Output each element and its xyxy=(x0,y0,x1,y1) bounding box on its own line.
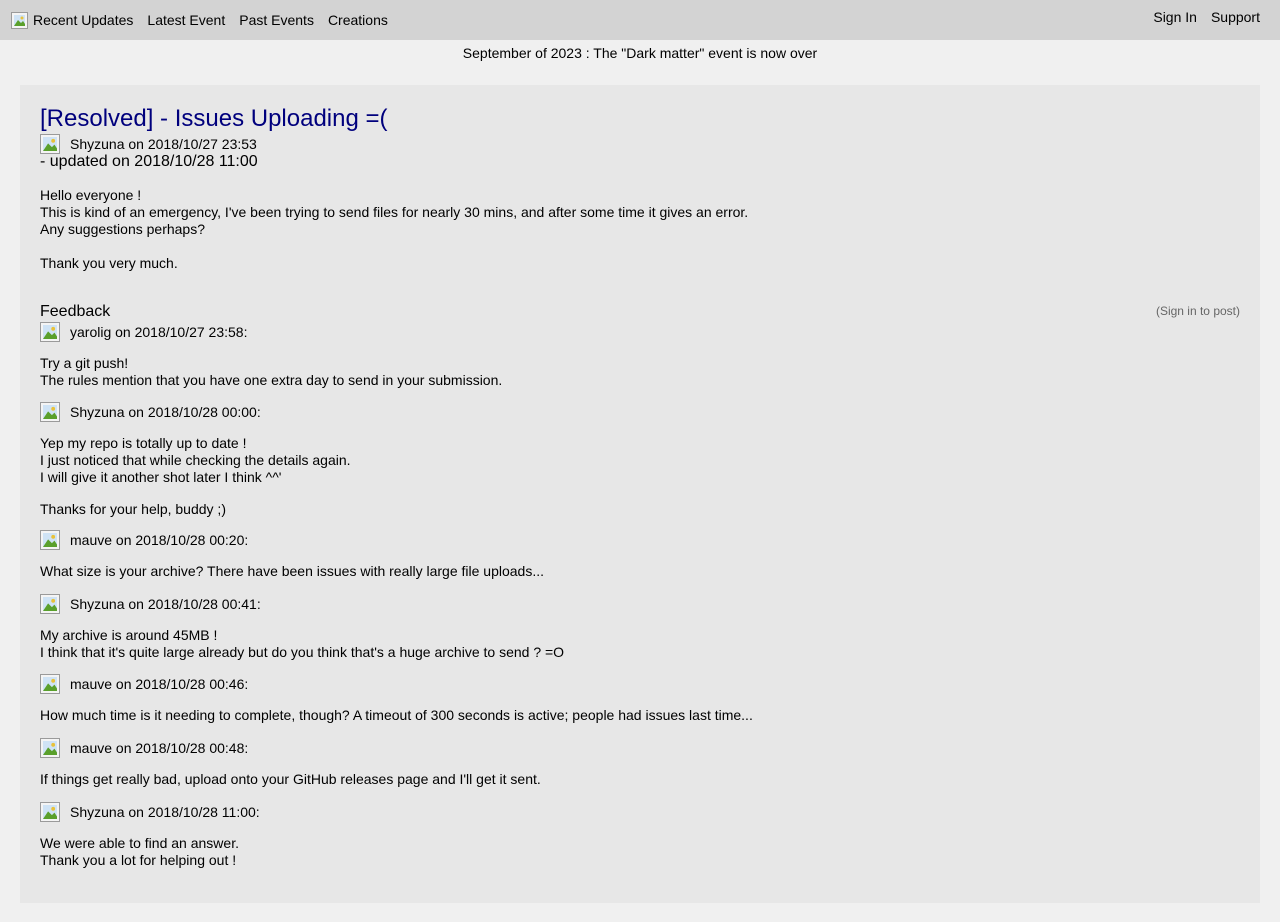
comment-line: If things get really bad, upload onto yo… xyxy=(40,771,541,787)
post-author-row: Shyzuna on 2018/10/27 23:53 xyxy=(40,134,257,154)
comment-body: My archive is around 45MB ! I think that… xyxy=(40,627,564,661)
commenter-avatar-broken-image-icon xyxy=(40,802,60,822)
author-avatar-broken-image-icon xyxy=(40,134,60,154)
comment-byline: yarolig on 2018/10/27 23:58: xyxy=(70,324,248,340)
comment-byline: mauve on 2018/10/28 00:46: xyxy=(70,676,249,692)
comment-author-row: Shyzuna on 2018/10/28 00:00: xyxy=(40,402,261,422)
nav-right: Sign In Support xyxy=(1139,9,1260,26)
comment-line: Try a git push! xyxy=(40,355,129,371)
comment-body: Yep my repo is totally up to date ! I ju… xyxy=(40,435,351,518)
comment-body: We were able to find an answer. Thank yo… xyxy=(40,835,239,869)
commenter-avatar-broken-image-icon xyxy=(40,594,60,614)
nav-latest-event[interactable]: Latest Event xyxy=(147,12,225,29)
nav-past-events[interactable]: Past Events xyxy=(239,12,314,29)
comment-line: Thanks for your help, buddy ;) xyxy=(40,501,226,517)
post-updated: - updated on 2018/10/28 11:00 xyxy=(40,153,258,170)
comment-body: What size is your archive? There have be… xyxy=(40,563,544,580)
comment-byline: Shyzuna on 2018/10/28 00:41: xyxy=(70,596,261,612)
post-body: Hello everyone ! This is kind of an emer… xyxy=(40,187,748,272)
commenter-avatar-broken-image-icon xyxy=(40,674,60,694)
comment-author-row: mauve on 2018/10/28 00:48: xyxy=(40,738,248,758)
comment-line: My archive is around 45MB ! xyxy=(40,627,218,643)
comment-byline: mauve on 2018/10/28 00:48: xyxy=(70,740,249,756)
comment-author-row: Shyzuna on 2018/10/28 00:41: xyxy=(40,594,261,614)
comment-line: I will give it another shot later I thin… xyxy=(40,469,282,485)
comment-line: I think that it's quite large already bu… xyxy=(40,644,565,660)
comment-body: Try a git push! The rules mention that y… xyxy=(40,355,502,389)
comment-author-row: mauve on 2018/10/28 00:20: xyxy=(40,530,248,550)
post-byline: Shyzuna on 2018/10/27 23:53 xyxy=(70,136,257,152)
comment-line: The rules mention that you have one extr… xyxy=(40,372,503,388)
comment-body: How much time is it needing to complete,… xyxy=(40,707,753,724)
comment-author-row: yarolig on 2018/10/27 23:58: xyxy=(40,322,247,342)
commenter-avatar-broken-image-icon xyxy=(40,402,60,422)
comment-byline: Shyzuna on 2018/10/28 00:00: xyxy=(70,404,261,420)
comment-byline: mauve on 2018/10/28 00:20: xyxy=(70,532,249,548)
post-body-line: Thank you very much. xyxy=(40,255,178,271)
commenter-avatar-broken-image-icon xyxy=(40,738,60,758)
post-title: [Resolved] - Issues Uploading =( xyxy=(40,105,388,132)
post-body-line: Any suggestions perhaps? xyxy=(40,221,205,237)
nav-sign-in[interactable]: Sign In xyxy=(1153,9,1197,26)
post-body-line xyxy=(40,238,748,255)
comment-line: Thank you a lot for helping out ! xyxy=(40,852,237,868)
comment-byline: Shyzuna on 2018/10/28 11:00: xyxy=(70,804,260,820)
nav-left: Recent Updates Latest Event Past Events … xyxy=(11,10,402,30)
commenter-avatar-broken-image-icon xyxy=(40,530,60,550)
nav-recent-updates[interactable]: Recent Updates xyxy=(33,12,133,29)
post-body-line: Hello everyone ! xyxy=(40,187,142,203)
comment-line: We were able to find an answer. xyxy=(40,835,239,851)
comment-line: Yep my repo is totally up to date ! xyxy=(40,435,247,451)
nav-creations[interactable]: Creations xyxy=(328,12,388,29)
sign-in-to-post-note[interactable]: (Sign in to post) xyxy=(1156,304,1240,318)
site-logo-broken-image-icon[interactable] xyxy=(11,11,28,29)
nav-support[interactable]: Support xyxy=(1211,9,1260,26)
post-body-line: This is kind of an emergency, I've been … xyxy=(40,204,749,220)
comment-author-row: Shyzuna on 2018/10/28 11:00: xyxy=(40,802,260,822)
comment-line: I just noticed that while checking the d… xyxy=(40,452,351,468)
top-nav-bar: Recent Updates Latest Event Past Events … xyxy=(0,0,1280,40)
comment-line: What size is your archive? There have be… xyxy=(40,563,544,579)
commenter-avatar-broken-image-icon xyxy=(40,322,60,342)
comment-author-row: mauve on 2018/10/28 00:46: xyxy=(40,674,248,694)
announcement-banner: September of 2023 : The "Dark matter" ev… xyxy=(462,45,818,61)
feedback-heading: Feedback xyxy=(40,303,111,320)
comment-line xyxy=(40,486,351,501)
comment-line: How much time is it needing to complete,… xyxy=(40,707,753,723)
post-card: [Resolved] - Issues Uploading =( Shyzuna… xyxy=(20,85,1260,903)
comment-body: If things get really bad, upload onto yo… xyxy=(40,771,541,788)
